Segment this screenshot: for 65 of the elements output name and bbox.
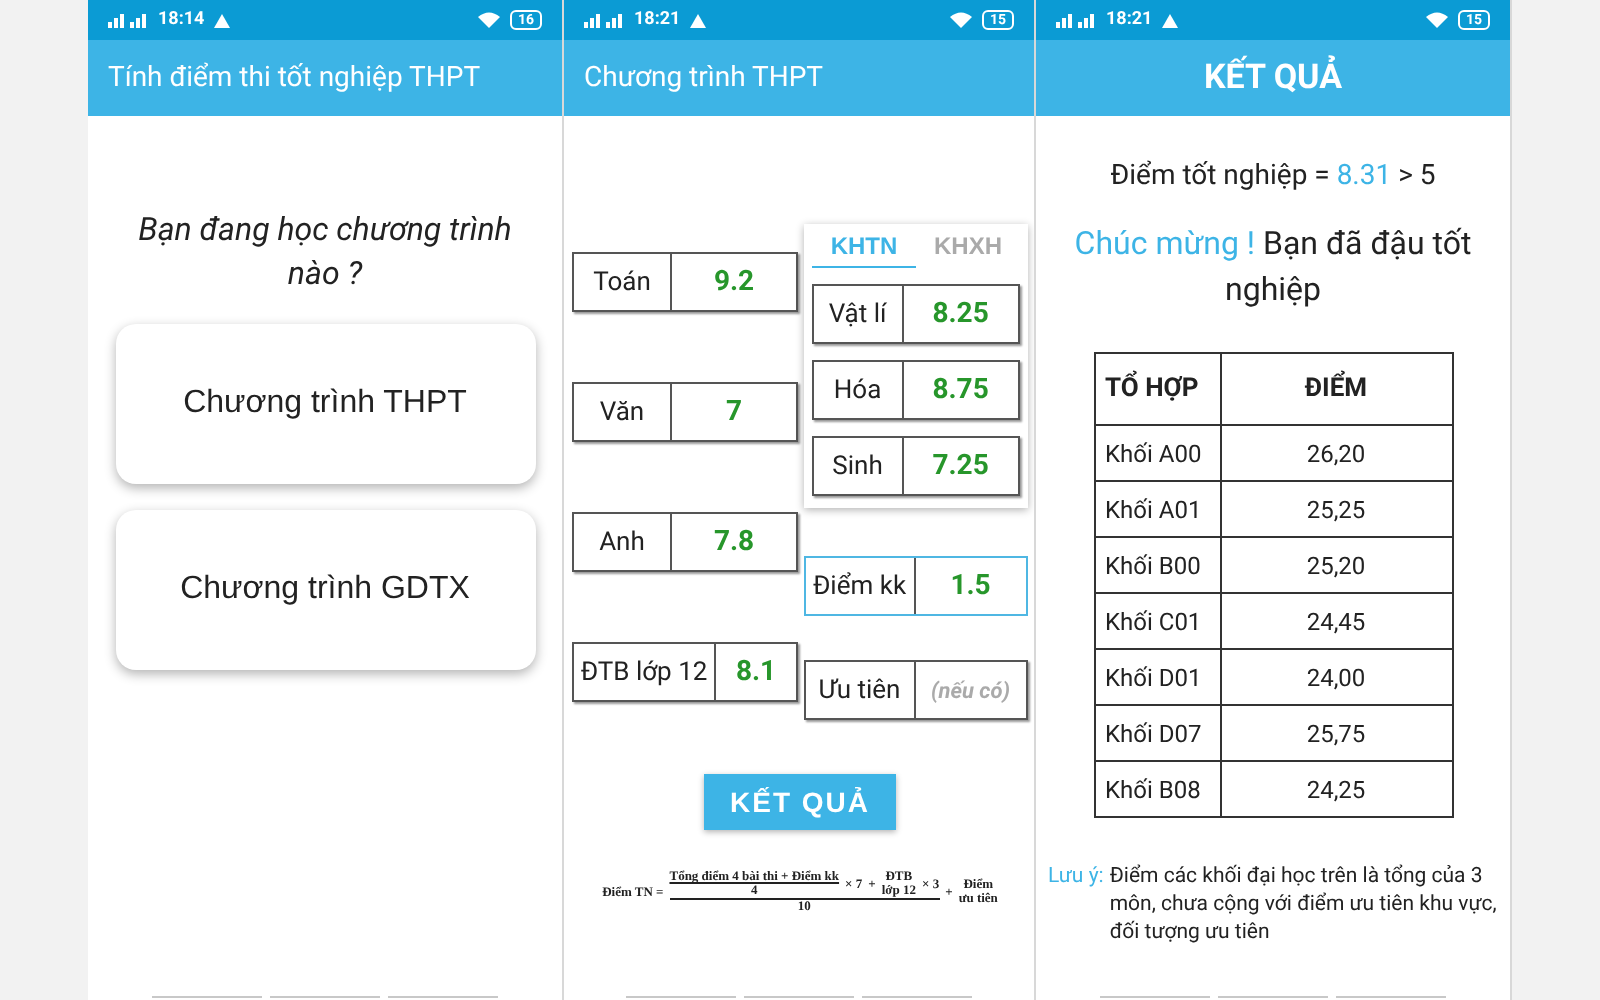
field-label: Toán	[593, 267, 651, 297]
field-placeholder: (nếu có)	[931, 677, 1010, 703]
notification-icon	[690, 13, 707, 27]
field-label: Sinh	[832, 451, 883, 481]
score-input-field[interactable]: Sinh 7.25	[812, 436, 1020, 496]
score-input-field[interactable]: Toán 9.2	[572, 252, 798, 312]
score-input-field[interactable]: Ưu tiên (nếu có)	[804, 660, 1028, 720]
table-cell: Khối A01	[1094, 481, 1220, 537]
field-label: Điểm kk	[812, 571, 907, 601]
signal-icon	[108, 12, 148, 28]
table-cell: Khối B08	[1094, 761, 1220, 817]
wifi-icon	[1425, 12, 1448, 28]
score-input-field[interactable]: Điểm kk 1.5	[804, 556, 1028, 616]
table-cell: Khối A00	[1094, 425, 1220, 481]
app-bar-title: KẾT QUẢ	[1203, 58, 1343, 98]
signal-icon	[584, 12, 624, 28]
note-label: Lưu ý:	[1048, 862, 1104, 892]
score-value: 8.25	[932, 298, 989, 330]
field-label: Ưu tiên	[818, 675, 901, 705]
table-cell: 24,45	[1220, 593, 1452, 649]
table-header: TỔ HỢP	[1094, 353, 1220, 425]
table-cell: 24,00	[1220, 649, 1452, 705]
table-cell: 25,75	[1220, 705, 1452, 761]
table-cell: 25,20	[1220, 537, 1452, 593]
program-option-button[interactable]: Chương trình GDTX	[115, 510, 535, 670]
field-label: Văn	[599, 397, 645, 427]
wifi-icon	[949, 12, 972, 28]
status-time: 18:21	[1106, 10, 1153, 30]
app-bar-title: Tính điểm thi tốt nghiệp THPT	[108, 62, 481, 94]
table-cell: 25,25	[1220, 481, 1452, 537]
field-label: Anh	[599, 527, 645, 557]
table-cell: Khối C01	[1094, 593, 1220, 649]
table-header: ĐIỂM	[1220, 353, 1452, 425]
score-input-field[interactable]: ĐTB lớp 12 8.1	[572, 642, 798, 702]
table-cell: 24,25	[1220, 761, 1452, 817]
score-value: 7.25	[932, 450, 989, 482]
question-text: Bạn đang học chương trình nào ?	[136, 208, 514, 296]
score-value: 8.75	[932, 374, 989, 406]
score-value: 7.8	[713, 526, 755, 558]
score-value: 8.1	[735, 656, 777, 688]
signal-icon	[1056, 12, 1096, 28]
graduation-score-text: Điểm tốt nghiệp = 8.31 > 5	[1110, 160, 1436, 192]
app-bar-title: Chương trình THPT	[584, 62, 824, 94]
score-input-field[interactable]: Anh 7.8	[572, 512, 798, 572]
field-label: Vật lí	[828, 299, 887, 329]
table-cell: 26,20	[1220, 425, 1452, 481]
table-cell: Khối B00	[1094, 537, 1220, 593]
score-input-field[interactable]: Hóa 8.75	[812, 360, 1020, 420]
score-input-field[interactable]: Văn 7	[572, 382, 798, 442]
table-cell: Khối D01	[1094, 649, 1220, 705]
score-input-field[interactable]: Vật lí 8.25	[812, 284, 1020, 344]
field-label: Hóa	[833, 375, 882, 405]
program-option-button[interactable]: Chương trình THPT	[115, 324, 535, 484]
wifi-icon	[477, 12, 500, 28]
note-text: Điểm các khối đại học trên là tổng của 3 môn, chưa cộng với điểm ưu tiên khu vực, đối tượng ưu tiên	[1109, 862, 1498, 946]
score-value: 1.5	[950, 570, 991, 602]
score-value: 7	[725, 396, 743, 428]
status-time: 18:14	[158, 10, 205, 30]
score-value: 9.2	[713, 266, 755, 298]
notification-icon	[214, 13, 231, 27]
status-time: 18:21	[634, 10, 681, 30]
notification-icon	[1162, 13, 1179, 27]
field-label: ĐTB lớp 12	[580, 657, 708, 687]
table-cell: Khối D07	[1094, 705, 1220, 761]
congratulation-text: Chúc mừng ! Bạn đã đậu tốt nghiệp	[1072, 222, 1474, 312]
